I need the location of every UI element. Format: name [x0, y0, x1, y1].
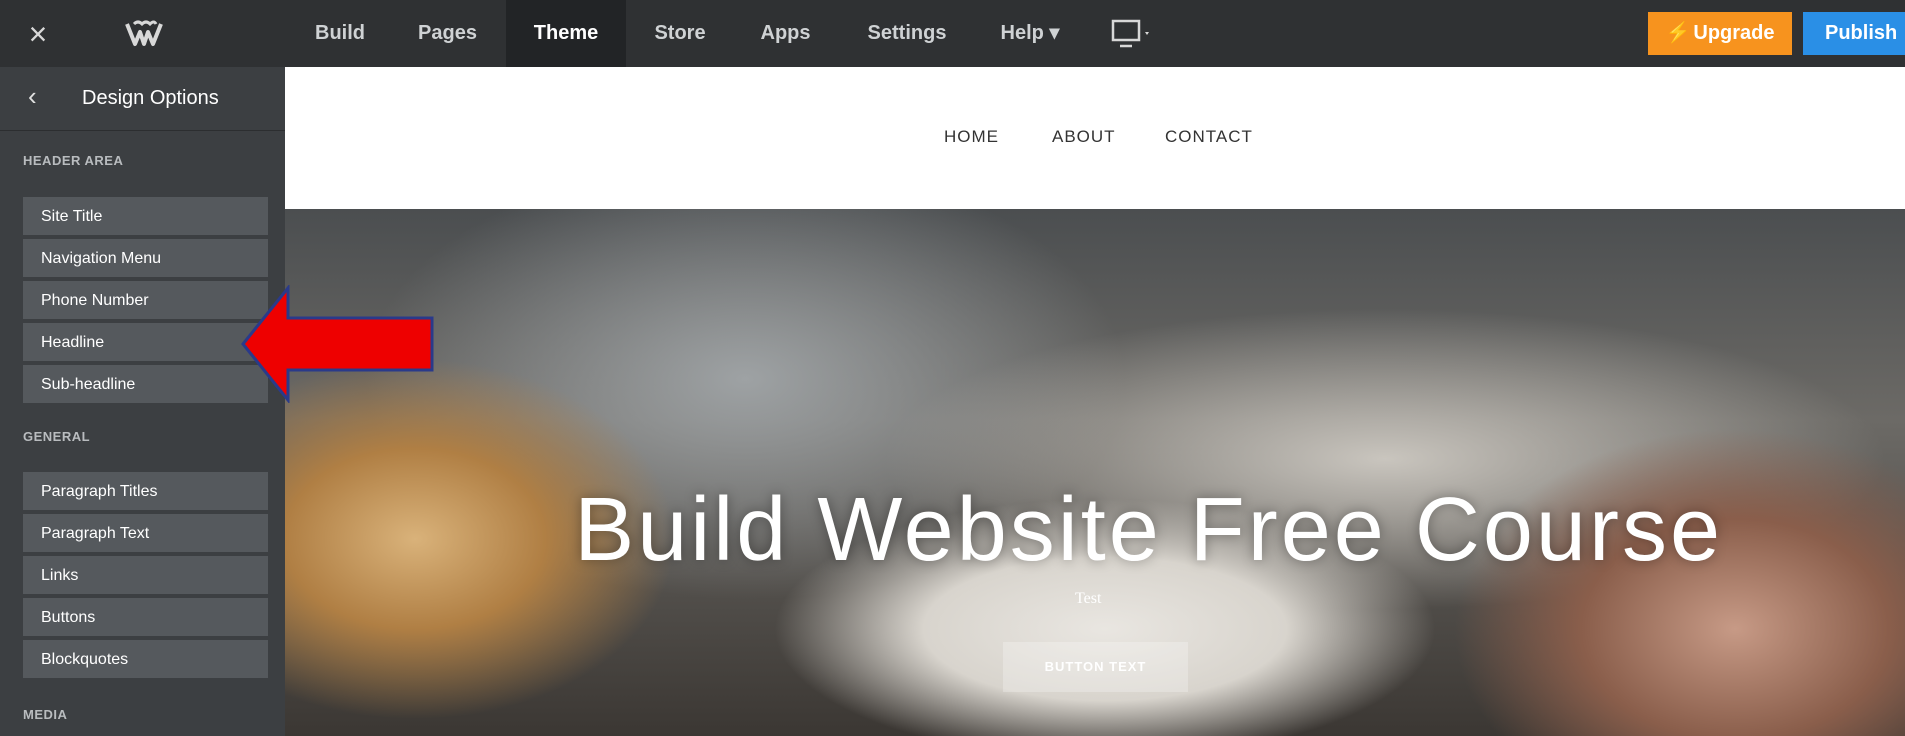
- hero-banner-image: Build Website Free Course Test BUTTON TE…: [285, 209, 1905, 736]
- upgrade-button[interactable]: ⚡ Upgrade: [1648, 12, 1792, 55]
- option-site-title[interactable]: Site Title: [23, 197, 268, 237]
- tab-pages[interactable]: Pages: [405, 0, 490, 67]
- tab-settings[interactable]: Settings: [857, 0, 957, 67]
- publish-button[interactable]: Publish: [1803, 12, 1905, 55]
- option-links[interactable]: Links: [23, 556, 268, 596]
- nav-link-home[interactable]: HOME: [944, 127, 999, 147]
- red-arrow-annotation: [241, 285, 434, 403]
- nav-link-about[interactable]: ABOUT: [1052, 127, 1116, 147]
- option-paragraph-text[interactable]: Paragraph Text: [23, 514, 268, 554]
- desktop-icon[interactable]: [1110, 18, 1160, 50]
- option-navigation-menu[interactable]: Navigation Menu: [23, 239, 268, 279]
- site-preview: HOME ABOUT CONTACT Build Website Free Co…: [285, 67, 1905, 736]
- tab-help[interactable]: Help ▾: [995, 0, 1065, 67]
- close-icon[interactable]: ×: [22, 18, 54, 50]
- option-sub-headline[interactable]: Sub-headline: [23, 365, 268, 405]
- nav-link-contact[interactable]: CONTACT: [1165, 127, 1253, 147]
- panel-title: Design Options: [82, 87, 219, 109]
- chevron-left-icon[interactable]: ‹: [28, 81, 37, 112]
- tab-build[interactable]: Build: [300, 0, 380, 67]
- hero-subheadline[interactable]: Test: [1075, 590, 1101, 608]
- section-label-header-area: HEADER AREA: [23, 153, 124, 168]
- section-label-general: GENERAL: [23, 429, 91, 444]
- upgrade-label: Upgrade: [1693, 22, 1775, 44]
- weebly-logo-icon[interactable]: [124, 18, 164, 50]
- section-label-media: MEDIA: [23, 707, 68, 722]
- panel-header: ‹ Design Options: [0, 67, 285, 131]
- option-paragraph-titles[interactable]: Paragraph Titles: [23, 472, 268, 512]
- editor-toolbar: × Build Pages Theme Store Apps Settings …: [0, 0, 1905, 67]
- tab-theme[interactable]: Theme: [506, 0, 626, 67]
- option-phone-number[interactable]: Phone Number: [23, 281, 268, 321]
- option-headline[interactable]: Headline: [23, 323, 268, 363]
- site-navigation: HOME ABOUT CONTACT: [285, 67, 1905, 209]
- tab-apps[interactable]: Apps: [748, 0, 823, 67]
- option-buttons[interactable]: Buttons: [23, 598, 268, 638]
- hero-headline[interactable]: Build Website Free Course: [285, 479, 1723, 582]
- hero-button[interactable]: BUTTON TEXT: [1003, 642, 1188, 692]
- option-blockquotes[interactable]: Blockquotes: [23, 640, 268, 680]
- lightning-icon: ⚡: [1665, 22, 1691, 44]
- tab-store[interactable]: Store: [640, 0, 720, 67]
